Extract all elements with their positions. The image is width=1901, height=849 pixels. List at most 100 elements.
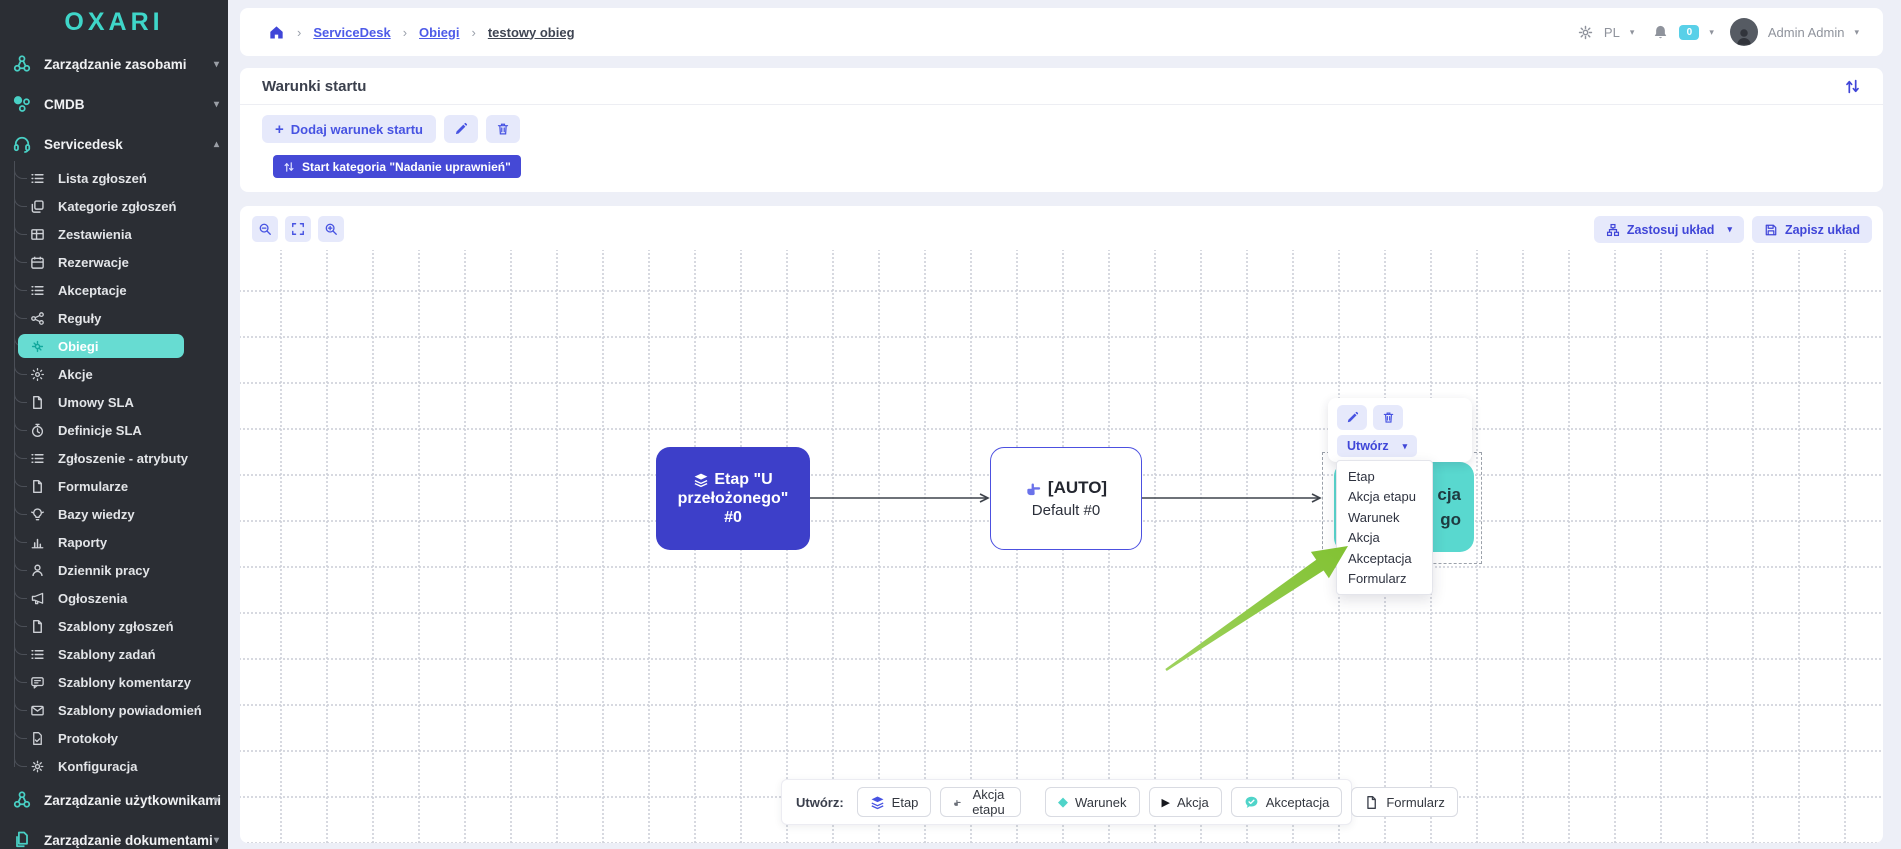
chevron-down-icon: ▾ (1727, 224, 1732, 235)
sidebar-item-zestawienia[interactable]: Zestawienia (0, 220, 228, 248)
start-conditions-panel: Warunki startu + Dodaj warunek startu St… (240, 68, 1883, 192)
sidebar-item-akcje[interactable]: Akcje (0, 360, 228, 388)
node-edit-button[interactable] (1337, 405, 1367, 430)
sidebar-item-umowy-sla[interactable]: Umowy SLA (0, 388, 228, 416)
sidebar-item-definicje-sla[interactable]: Definicje SLA (0, 416, 228, 444)
bell-icon[interactable] (1652, 24, 1669, 41)
layers-icon (693, 472, 709, 488)
zoom-out-button[interactable] (252, 216, 278, 242)
breadcrumb-servicedesk[interactable]: ServiceDesk (313, 25, 390, 40)
create-etap-button[interactable]: Etap (857, 787, 932, 817)
create-akceptacja-button[interactable]: Akceptacja (1231, 787, 1343, 817)
sidebar-item-szablony-zadan[interactable]: Szablony zadań (0, 640, 228, 668)
menu-item-akcja-etapu[interactable]: Akcja etapu (1337, 487, 1432, 508)
chevron-down-icon[interactable]: ▾ (1854, 27, 1859, 38)
node-context-popup: Utwórz ▾ (1328, 398, 1472, 462)
start-category-badge[interactable]: Start kategoria "Nadanie uprawnień" (273, 155, 521, 178)
sidebar-item-szablony-zgloszen[interactable]: Szablony zgłoszeń (0, 612, 228, 640)
panel-title: Warunki startu (262, 78, 366, 95)
sidebar-item-servicedesk[interactable]: Servicedesk ▴ (0, 124, 228, 164)
sidebar-item-bazy-wiedzy[interactable]: Bazy wiedzy (0, 500, 228, 528)
form-icon (30, 479, 45, 494)
report-chart-icon (30, 535, 45, 550)
node-delete-button[interactable] (1373, 405, 1403, 430)
node-auto-condition[interactable]: [AUTO] Default #0 (990, 447, 1142, 550)
chevron-down-icon[interactable]: ▾ (1709, 27, 1714, 38)
chevron-down-icon: ▾ (214, 99, 219, 110)
sidebar-item-obiegi[interactable]: Obiegi (0, 332, 228, 360)
calendar-icon (30, 255, 45, 270)
save-icon (1764, 223, 1778, 237)
node-etap[interactable]: Etap "U przełożonego" #0 (656, 447, 810, 550)
menu-item-warunek[interactable]: Warunek (1337, 507, 1432, 528)
sidebar-item-konfiguracja[interactable]: Konfiguracja (0, 752, 228, 780)
mail-icon (30, 703, 45, 718)
headset-icon (12, 134, 32, 154)
swap-arrows-icon[interactable] (1844, 78, 1861, 95)
sidebar-item-szablony-komentarzy[interactable]: Szablony komentarzy (0, 668, 228, 696)
zoom-in-button[interactable] (318, 216, 344, 242)
create-dropdown-button[interactable]: Utwórz ▾ (1337, 435, 1417, 457)
menu-item-akcja[interactable]: Akcja (1337, 528, 1432, 549)
breadcrumb-current: testowy obieg (488, 25, 575, 40)
badge-row: Start kategoria "Nadanie uprawnień" (240, 143, 1883, 178)
chevron-down-icon: ▾ (1403, 441, 1408, 452)
template-icon (30, 619, 45, 634)
fit-view-icon (291, 222, 305, 236)
workflow-canvas[interactable]: Zastosuj układ ▾ Zapisz układ Etap "U pr… (240, 206, 1883, 843)
breadcrumb-separator: › (403, 25, 407, 40)
home-icon[interactable] (268, 24, 285, 41)
sidebar-item-rezerwacje[interactable]: Rezerwacje (0, 248, 228, 276)
delete-button[interactable] (486, 115, 520, 143)
sidebar-item-lista-zgloszen[interactable]: Lista zgłoszeń (0, 164, 228, 192)
breadcrumb-obiegi[interactable]: Obiegi (419, 25, 459, 40)
sidebar-item-kategorie-zgloszen[interactable]: Kategorie zgłoszeń (0, 192, 228, 220)
trash-icon (1382, 411, 1395, 424)
layers-icon (870, 795, 885, 810)
chevron-down-icon[interactable]: ▾ (1630, 27, 1635, 38)
menu-item-etap[interactable]: Etap (1337, 466, 1432, 487)
sidebar-item-protokoly[interactable]: Protokoły (0, 724, 228, 752)
notification-count-badge[interactable]: 0 (1679, 25, 1699, 40)
create-toolbar: Utwórz: Etap Akcja etapu ◆Warunek ▶Akcja… (781, 779, 1352, 825)
create-toolbar-label: Utwórz: (796, 795, 844, 810)
sidebar-item-dziennik-pracy[interactable]: Dziennik pracy (0, 556, 228, 584)
gear-icon[interactable] (1577, 24, 1594, 41)
create-warunek-button[interactable]: ◆Warunek (1045, 787, 1140, 817)
add-start-condition-button[interactable]: + Dodaj warunek startu (262, 115, 436, 143)
layout-toolbar: Zastosuj układ ▾ Zapisz układ (1594, 216, 1872, 243)
sidebar-item-akceptacje[interactable]: Akceptacje (0, 276, 228, 304)
breadcrumb-separator: › (297, 25, 301, 40)
sidebar-item-szablony-powiadomien[interactable]: Szablony powiadomień (0, 696, 228, 724)
sidebar-item-cmdb[interactable]: CMDB ▾ (0, 84, 228, 124)
edit-button[interactable] (444, 115, 478, 143)
create-akcja-button[interactable]: ▶Akcja (1149, 787, 1222, 817)
save-layout-button[interactable]: Zapisz układ (1752, 216, 1872, 243)
menu-item-formularz[interactable]: Formularz (1337, 569, 1432, 590)
diamond-icon: ◆ (1058, 794, 1068, 810)
sidebar-item-zarzadzanie-zasobami[interactable]: Zarządzanie zasobami ▾ (0, 44, 228, 84)
create-akcja-etapu-button[interactable]: Akcja etapu (940, 787, 1021, 817)
fit-view-button[interactable] (285, 216, 311, 242)
sidebar-item-raporty[interactable]: Raporty (0, 528, 228, 556)
language-selector[interactable]: PL (1604, 25, 1620, 40)
user-name[interactable]: Admin Admin (1768, 25, 1845, 40)
edge-auto-to-akcja (1142, 493, 1323, 503)
menu-item-akceptacja[interactable]: Akceptacja (1337, 548, 1432, 569)
stopwatch-icon (30, 423, 45, 438)
create-formularz-button[interactable]: Formularz (1351, 787, 1458, 817)
zoom-toolbar (252, 216, 344, 242)
avatar[interactable] (1730, 18, 1758, 46)
chevron-down-icon: ▾ (214, 59, 219, 70)
sidebar-item-zarzadzanie-uzytkownikami[interactable]: Zarządzanie użytkownikami ▾ (0, 780, 228, 820)
sidebar-item-zarzadzanie-dokumentami[interactable]: Zarządzanie dokumentami ▾ (0, 820, 228, 849)
apply-layout-button[interactable]: Zastosuj układ ▾ (1594, 216, 1744, 243)
sidebar-item-formularze[interactable]: Formularze (0, 472, 228, 500)
sidebar-item-ogloszenia[interactable]: Ogłoszenia (0, 584, 228, 612)
pencil-icon (1346, 411, 1359, 424)
sidebar-item-zgloszenie-atrybuty[interactable]: Zgłoszenie - atrybuty (0, 444, 228, 472)
sidebar-item-reguly[interactable]: Reguły (0, 304, 228, 332)
attributes-icon (30, 451, 45, 466)
layout-icon (1606, 223, 1620, 237)
worklog-user-icon (30, 563, 45, 578)
